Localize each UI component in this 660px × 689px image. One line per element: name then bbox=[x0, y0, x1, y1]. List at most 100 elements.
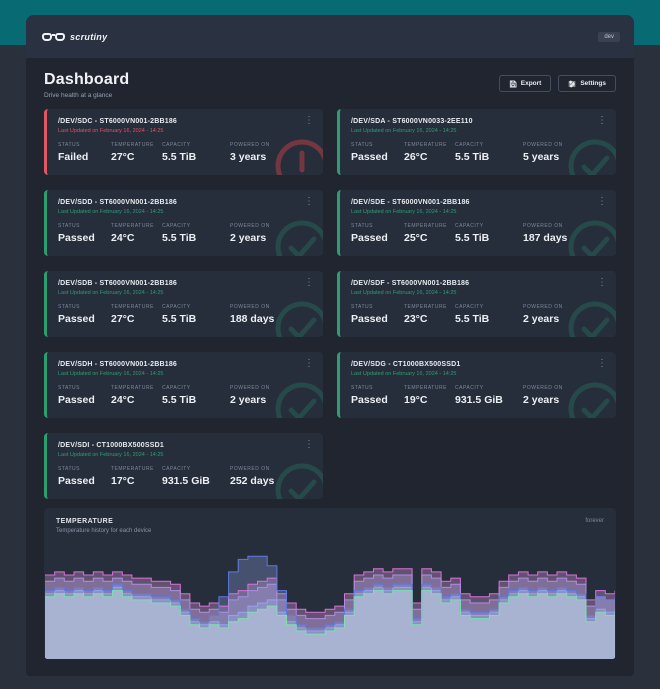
drive-card[interactable]: ⋮ /DEV/SDD - ST6000VN001-2BB186 Last Upd… bbox=[44, 190, 323, 256]
powered-on-label: Powered On bbox=[523, 142, 563, 148]
drive-last-updated: Last Updated on February 16, 2024 - 14:2… bbox=[47, 368, 323, 377]
powered-on-value: 3 years bbox=[230, 151, 270, 163]
status-value: Passed bbox=[58, 313, 111, 325]
capacity-label: Capacity bbox=[455, 223, 510, 229]
status-value: Passed bbox=[58, 394, 111, 406]
kebab-menu-icon[interactable]: ⋮ bbox=[597, 116, 607, 126]
drive-stats: StatusPassed Temperature24°C Capacity5.5… bbox=[47, 215, 323, 244]
powered-on-label: Powered On bbox=[523, 385, 563, 391]
kebab-menu-icon[interactable]: ⋮ bbox=[597, 359, 607, 369]
drive-stats: StatusPassed Temperature23°C Capacity5.5… bbox=[340, 296, 616, 325]
status-value: Passed bbox=[351, 232, 404, 244]
temperature-panel-title: TEMPERATURE bbox=[56, 518, 151, 525]
drive-card[interactable]: ⋮ /DEV/SDB - ST6000VN001-2BB186 Last Upd… bbox=[44, 271, 323, 337]
status-value: Failed bbox=[58, 151, 111, 163]
drive-device-name: /DEV/SDA - ST6000VN0033-2EE110 bbox=[340, 109, 616, 125]
capacity-value: 5.5 TiB bbox=[455, 151, 510, 163]
status-label: Status bbox=[351, 385, 404, 391]
temperature-chart bbox=[45, 547, 615, 659]
status-label: Status bbox=[58, 304, 111, 310]
capacity-value: 931.5 GiB bbox=[455, 394, 510, 406]
kebab-menu-icon[interactable]: ⋮ bbox=[597, 197, 607, 207]
powered-on-value: 187 days bbox=[523, 232, 567, 244]
drive-stats: StatusPassed Temperature17°C Capacity931… bbox=[47, 458, 323, 487]
capacity-label: Capacity bbox=[455, 304, 510, 310]
powered-on-label: Powered On bbox=[523, 223, 567, 229]
toolbar: Export Settings bbox=[499, 75, 616, 92]
scrutiny-logo: scrutiny bbox=[42, 32, 107, 42]
drive-device-name: /DEV/SDG - CT1000BX500SSD1 bbox=[340, 352, 616, 368]
drive-last-updated: Last Updated on February 16, 2024 - 14:2… bbox=[47, 206, 323, 215]
drive-stats: StatusFailed Temperature27°C Capacity5.5… bbox=[47, 134, 323, 163]
temperature-label: Temperature bbox=[111, 142, 162, 148]
capacity-label: Capacity bbox=[162, 223, 217, 229]
drive-last-updated: Last Updated on February 16, 2024 - 14:2… bbox=[340, 206, 616, 215]
powered-on-label: Powered On bbox=[230, 223, 270, 229]
drive-card[interactable]: ⋮ /DEV/SDI - CT1000BX500SSD1 Last Update… bbox=[44, 433, 323, 499]
temperature-label: Temperature bbox=[111, 223, 162, 229]
powered-on-value: 2 years bbox=[230, 232, 270, 244]
powered-on-value: 2 years bbox=[230, 394, 270, 406]
drive-cards-grid: ⋮ /DEV/SDC - ST6000VN001-2BB186 Last Upd… bbox=[26, 109, 634, 499]
drive-stats: StatusPassed Temperature25°C Capacity5.5… bbox=[340, 215, 616, 244]
temperature-value: 19°C bbox=[404, 394, 455, 406]
powered-on-label: Powered On bbox=[230, 142, 270, 148]
powered-on-label: Powered On bbox=[230, 466, 274, 472]
drive-device-name: /DEV/SDI - CT1000BX500SSD1 bbox=[47, 433, 323, 449]
temperature-label: Temperature bbox=[404, 385, 455, 391]
capacity-label: Capacity bbox=[455, 142, 510, 148]
glasses-icon bbox=[42, 33, 65, 41]
drive-card[interactable]: ⋮ /DEV/SDF - ST6000VN001-2BB186 Last Upd… bbox=[337, 271, 616, 337]
temperature-label: Temperature bbox=[404, 223, 455, 229]
drive-card[interactable]: ⋮ /DEV/SDG - CT1000BX500SSD1 Last Update… bbox=[337, 352, 616, 418]
drive-card[interactable]: ⋮ /DEV/SDE - ST6000VN001-2BB186 Last Upd… bbox=[337, 190, 616, 256]
drive-last-updated: Last Updated on February 16, 2024 - 14:2… bbox=[340, 125, 616, 134]
temperature-value: 25°C bbox=[404, 232, 455, 244]
chart-range-selector[interactable]: forever bbox=[585, 518, 604, 534]
page-subtitle: Drive health at a glance bbox=[44, 92, 129, 99]
kebab-menu-icon[interactable]: ⋮ bbox=[304, 359, 314, 369]
drive-device-name: /DEV/SDH - ST6000VN001-2BB186 bbox=[47, 352, 323, 368]
kebab-menu-icon[interactable]: ⋮ bbox=[304, 116, 314, 126]
export-file-icon bbox=[509, 80, 517, 88]
settings-button[interactable]: Settings bbox=[558, 75, 616, 92]
temperature-panel: TEMPERATURE Temperature history for each… bbox=[44, 508, 616, 659]
powered-on-value: 252 days bbox=[230, 475, 274, 487]
capacity-value: 5.5 TiB bbox=[162, 394, 217, 406]
drive-last-updated: Last Updated on February 16, 2024 - 14:2… bbox=[47, 287, 323, 296]
export-button[interactable]: Export bbox=[499, 75, 552, 92]
capacity-value: 5.5 TiB bbox=[455, 313, 510, 325]
status-label: Status bbox=[351, 142, 404, 148]
status-value: Passed bbox=[351, 313, 404, 325]
capacity-label: Capacity bbox=[162, 385, 217, 391]
drive-last-updated: Last Updated on February 16, 2024 - 14:2… bbox=[340, 368, 616, 377]
capacity-value: 931.5 GiB bbox=[162, 475, 217, 487]
drive-device-name: /DEV/SDB - ST6000VN001-2BB186 bbox=[47, 271, 323, 287]
temperature-label: Temperature bbox=[111, 466, 162, 472]
powered-on-label: Powered On bbox=[523, 304, 563, 310]
temperature-panel-subtitle: Temperature history for each device bbox=[56, 528, 151, 534]
kebab-menu-icon[interactable]: ⋮ bbox=[304, 440, 314, 450]
kebab-menu-icon[interactable]: ⋮ bbox=[304, 197, 314, 207]
drive-last-updated: Last Updated on February 16, 2024 - 14:2… bbox=[47, 449, 323, 458]
capacity-value: 5.5 TiB bbox=[162, 151, 217, 163]
page-head: Dashboard Drive health at a glance Expor… bbox=[26, 58, 634, 109]
powered-on-value: 5 years bbox=[523, 151, 563, 163]
capacity-label: Capacity bbox=[162, 304, 217, 310]
status-label: Status bbox=[58, 142, 111, 148]
capacity-label: Capacity bbox=[162, 466, 217, 472]
status-label: Status bbox=[351, 223, 404, 229]
drive-card[interactable]: ⋮ /DEV/SDC - ST6000VN001-2BB186 Last Upd… bbox=[44, 109, 323, 175]
temperature-value: 27°C bbox=[111, 313, 162, 325]
kebab-menu-icon[interactable]: ⋮ bbox=[597, 278, 607, 288]
capacity-label: Capacity bbox=[455, 385, 510, 391]
logo-text: scrutiny bbox=[70, 32, 107, 42]
status-label: Status bbox=[58, 466, 111, 472]
temperature-label: Temperature bbox=[404, 142, 455, 148]
drive-last-updated: Last Updated on February 16, 2024 - 14:2… bbox=[47, 125, 323, 134]
capacity-label: Capacity bbox=[162, 142, 217, 148]
drive-stats: StatusPassed Temperature27°C Capacity5.5… bbox=[47, 296, 323, 325]
drive-card[interactable]: ⋮ /DEV/SDA - ST6000VN0033-2EE110 Last Up… bbox=[337, 109, 616, 175]
kebab-menu-icon[interactable]: ⋮ bbox=[304, 278, 314, 288]
drive-card[interactable]: ⋮ /DEV/SDH - ST6000VN001-2BB186 Last Upd… bbox=[44, 352, 323, 418]
